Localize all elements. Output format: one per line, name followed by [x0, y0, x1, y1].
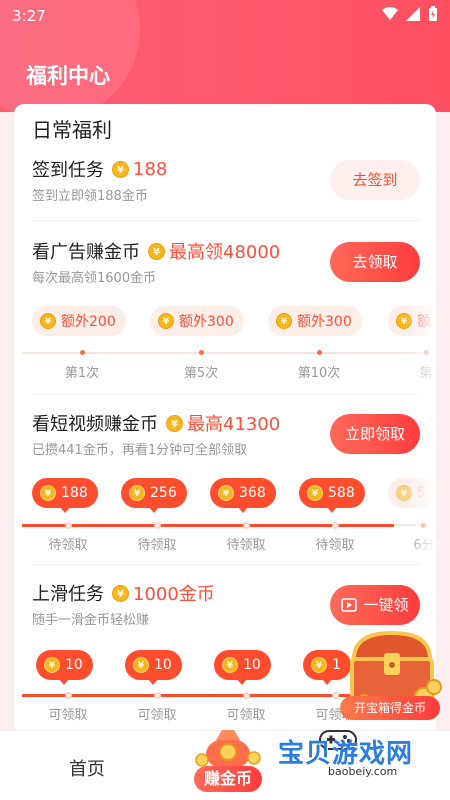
ad-step-chip: ¥ 额外200 — [32, 306, 126, 336]
watermark: 宝贝游戏网 baobeiy.com — [270, 725, 450, 800]
section-title: 日常福利 — [32, 118, 112, 142]
video-title: 看短视频赚金币 — [32, 414, 158, 435]
ad-reward: 最高领48000 — [169, 242, 281, 263]
video-step-label: 待领取 — [315, 538, 355, 553]
progress-dot — [332, 522, 339, 529]
video-step-chip: ¥588 — [299, 478, 365, 513]
signal-icon — [406, 7, 420, 21]
coin-icon: ¥ — [44, 657, 60, 673]
swipe-step-chip: ¥10 — [36, 650, 93, 685]
signin-button[interactable]: 去签到 — [330, 160, 420, 200]
watermark-url: baobeiy.com — [328, 765, 398, 778]
signin-subtitle: 签到立即领188金币 — [32, 189, 148, 204]
video-play-icon — [341, 598, 358, 612]
money-bag-icon — [195, 730, 261, 770]
swipe-title: 上滑任务 — [32, 584, 104, 605]
coin-icon: ¥ — [307, 485, 323, 501]
video-title-row: 看短视频赚金币 ¥ 最高41300 — [32, 410, 280, 436]
page-title: 福利中心 — [26, 64, 110, 88]
status-time: 3:27 — [12, 7, 46, 25]
video-step-label: 待领取 — [226, 538, 266, 553]
progress-dot — [80, 350, 85, 355]
status-icons — [382, 6, 438, 22]
ad-step-chip: ¥ 额外300 — [268, 306, 362, 336]
video-step-chip: ¥188 — [32, 478, 98, 513]
swipe-step-label: 可领取 — [137, 708, 177, 723]
coin-icon: ¥ — [311, 657, 327, 673]
signin-reward: 188 — [133, 158, 168, 180]
coin-icon: ¥ — [276, 313, 292, 329]
scroll-fade — [406, 298, 436, 388]
nav-earn-label: 赚金币 — [194, 766, 262, 792]
ad-step-label: 第1次 — [64, 366, 100, 381]
battery-icon — [429, 6, 437, 21]
video-subtitle: 已攒441金币，再看1分钟可全部领取 — [32, 443, 248, 458]
progress-dot — [154, 692, 161, 699]
coin-icon: ¥ — [112, 584, 129, 602]
coin-icon: ¥ — [133, 657, 149, 673]
signin-title: 签到任务 — [32, 160, 104, 181]
chip-label: 368 — [239, 485, 266, 501]
progress-dot — [65, 692, 72, 699]
chip-label: 10 — [65, 657, 83, 673]
ad-step-label: 第10次 — [297, 366, 341, 381]
progress-dot — [317, 350, 322, 355]
swipe-subtitle: 随手一滑金币轻松赚 — [32, 613, 150, 628]
chip-label: 10 — [243, 657, 261, 673]
progress-dot — [243, 522, 250, 529]
divider — [32, 220, 420, 221]
swipe-step-label: 可领取 — [226, 708, 266, 723]
ad-subtitle: 每次最高领1600金币 — [32, 271, 157, 286]
chip-label: 额外300 — [297, 314, 352, 330]
chip-label: 188 — [61, 485, 88, 501]
chest-button[interactable]: 开宝箱得金币 — [340, 696, 440, 720]
swipe-step-chip: ¥10 — [125, 650, 182, 685]
scroll-fade — [406, 470, 436, 560]
coin-icon: ¥ — [148, 242, 165, 260]
nav-earn-coins[interactable]: 赚金币 — [188, 722, 268, 800]
ad-title: 看广告赚金币 — [32, 242, 140, 263]
chip-label: 额外200 — [61, 314, 116, 330]
progress-dot — [199, 350, 204, 355]
progress-dot — [243, 692, 250, 699]
header: 3:27 福利中心 — [0, 0, 450, 112]
swipe-title-row: 上滑任务 ¥ 1000金币 — [32, 580, 215, 606]
divider — [32, 394, 420, 395]
swipe-button[interactable]: 一键领 — [330, 585, 420, 625]
swipe-step-label: 可领取 — [48, 708, 88, 723]
chip-label: 256 — [150, 485, 177, 501]
video-button[interactable]: 立即领取 — [330, 414, 420, 454]
chip-label: 额外300 — [179, 314, 234, 330]
coin-icon: ¥ — [112, 160, 129, 178]
video-reward: 最高41300 — [187, 414, 281, 435]
video-step-label: 待领取 — [137, 538, 177, 553]
video-step-label: 待领取 — [48, 538, 88, 553]
coin-icon: ¥ — [129, 485, 145, 501]
swipe-reward: 1000金币 — [133, 584, 215, 605]
coin-icon: ¥ — [158, 313, 174, 329]
progress-dot — [154, 522, 161, 529]
coin-icon: ¥ — [222, 657, 238, 673]
ad-step-chip: ¥ 额外300 — [150, 306, 244, 336]
coin-icon: ¥ — [40, 485, 56, 501]
signin-title-row: 签到任务 ¥ 188 — [32, 156, 167, 182]
swipe-progress-fill — [22, 694, 362, 697]
video-step-chip: ¥256 — [121, 478, 187, 513]
swipe-step-chip: ¥10 — [214, 650, 271, 685]
ad-title-row: 看广告赚金币 ¥ 最高领48000 — [32, 238, 280, 264]
chip-label: 588 — [328, 485, 355, 501]
progress-dot — [65, 522, 72, 529]
coin-icon: ¥ — [166, 414, 183, 432]
ad-button[interactable]: 去领取 — [330, 242, 420, 282]
coin-icon: ¥ — [40, 313, 56, 329]
divider — [32, 564, 420, 565]
video-step-chip: ¥368 — [210, 478, 276, 513]
progress-dot — [332, 692, 339, 699]
coin-icon: ¥ — [218, 485, 234, 501]
swipe-button-label: 一键领 — [363, 596, 409, 614]
ad-step-label: 第5次 — [183, 366, 219, 381]
chip-label: 10 — [154, 657, 172, 673]
nav-home[interactable]: 首页 — [69, 755, 105, 781]
wifi-icon — [382, 7, 398, 20]
